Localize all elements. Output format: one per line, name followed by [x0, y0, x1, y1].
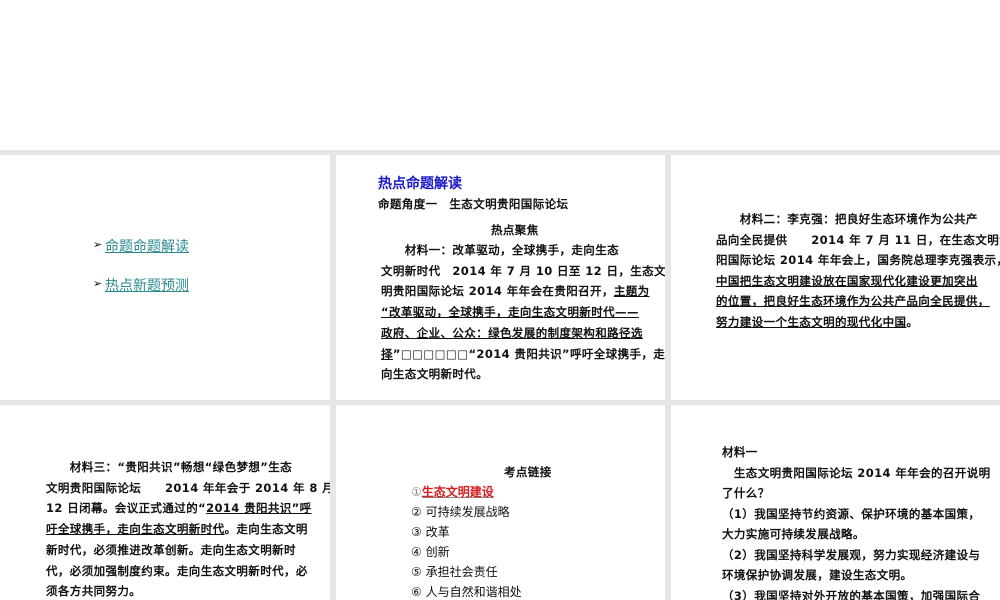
- text-line: 择”□□□□□□“2014 贵阳共识”呼吁全球携手，走: [381, 346, 665, 362]
- text-segment: 明贵阳国际论坛 2014 年年会在贵阳召开，: [381, 284, 614, 299]
- item-number: ①: [411, 485, 422, 499]
- list-item: ⑥ 人与自然和谐相处: [411, 585, 522, 599]
- text-line: 政府、企业、公众：绿色发展的制度架构和路径选: [381, 325, 643, 341]
- text-segment: ”□□□□□□“2014 贵阳共识”呼吁全球携手，走: [392, 346, 665, 361]
- text-line: 的位置，把良好生态环境作为公共产品向全民提供，: [716, 293, 990, 309]
- slide-2[interactable]: 热点命题解读 命题角度一 生态文明贵阳国际论坛 热点聚焦 材料一：改革驱动，全球…: [336, 155, 665, 400]
- text-segment: 材料一：改革驱动，全球携手，走向生态: [381, 243, 619, 257]
- text-line: 努力建设一个生态文明的现代化中国。: [716, 314, 918, 330]
- list-item: ② 可持续发展战略: [411, 505, 510, 519]
- text-segment: 材料三：“贵阳共识”畅想“绿色梦想”生态: [46, 460, 293, 474]
- text-segment: 。: [906, 314, 919, 329]
- text-line: 须各方共同努力。: [46, 583, 141, 599]
- list-item: ①生态文明建设: [411, 483, 494, 500]
- section-heading: 热点聚焦: [491, 223, 539, 237]
- link-new-question-forecast[interactable]: 热点新题预测: [105, 275, 189, 295]
- underlined-text: 努力建设一个生态文明的现代化中国: [716, 314, 907, 329]
- text-segment: 生态文明贵阳国际论坛 2014 年年会的召开说明: [722, 465, 991, 480]
- text-line: 代，必须加强制度约束。走向生态文明新时代，必: [46, 563, 308, 579]
- text-line: 吁全球携手，走向生态文明新时代。走向生态文明: [46, 521, 308, 537]
- text-segment: （3）我国坚持对外开放的基本国策，加强国际合: [722, 588, 981, 600]
- underlined-text: 的位置，把良好生态环境作为公共产品向全民提供，: [716, 294, 990, 308]
- link-proposition-interpretation[interactable]: 命题命题解读: [105, 236, 189, 256]
- list-item: ④ 创新: [411, 545, 450, 559]
- highlighted-term: 生态文明建设: [421, 485, 494, 499]
- underlined-text: 政府、企业、公众：绿色发展的制度架构和路径选: [381, 325, 643, 340]
- text-line: 文明新时代 2014 年 7 月 10 日至 12 日，生态文: [381, 263, 665, 279]
- text-segment: 12 日闭幕。会议正式通过的“: [46, 501, 207, 516]
- text-line: “改革驱动，全球携手，走向生态文明新时代——: [381, 304, 639, 320]
- text-line: 大力实施可持续发展战略。: [722, 526, 865, 542]
- text-line: 生态文明贵阳国际论坛 2014 年年会的召开说明: [722, 465, 991, 481]
- underlined-text: 吁全球携手，走向生态文明新时代: [46, 522, 225, 537]
- text-line: 新时代，必须推进改革创新。走向生态文明新时: [46, 542, 296, 558]
- slide-6[interactable]: 材料一 生态文明贵阳国际论坛 2014 年年会的召开说明 了什么？ （1）我国坚持节…: [671, 405, 1000, 600]
- text-segment: 环境保护协调发展，建设生态文明。: [722, 568, 913, 582]
- underlined-text: “改革驱动，全球携手，走向生态文明新时代——: [381, 305, 639, 320]
- text-segment: 新时代，必须推进改革创新。走向生态文明新时: [46, 542, 296, 557]
- text-segment: 品向全民提供 2014 年 7 月 11 日，在生态文明贵: [716, 232, 1000, 247]
- list-item: ③ 改革: [411, 525, 450, 539]
- text-line: 中国把生态文明建设放在国家现代化建设更加突出: [716, 273, 978, 289]
- text-segment: 材料二：李克强：把良好生态环境作为公共产: [716, 212, 978, 226]
- underlined-text: 择: [381, 346, 393, 361]
- text-line: （2）我国坚持科学发展观，努力实现经济建设与: [722, 547, 980, 563]
- slide-4[interactable]: 材料三：“贵阳共识”畅想“绿色梦想”生态文明贵阳国际论坛 2014 年年会于 2…: [0, 405, 330, 600]
- underlined-text: 主题为: [613, 284, 650, 299]
- text-segment: 文明贵阳国际论坛 2014 年年会于 2014 年 8 月: [46, 480, 330, 495]
- text-line: 阳国际论坛 2014 年年会上，国务院总理李克强表示，: [716, 252, 1000, 268]
- text-line: 材料三：“贵阳共识”畅想“绿色梦想”生态: [46, 459, 292, 475]
- underlined-text: 中国把生态文明建设放在国家现代化建设更加突出: [716, 273, 978, 288]
- bullet-arrow-icon: ➢: [93, 238, 103, 251]
- text-line: （3）我国坚持对外开放的基本国策，加强国际合: [722, 588, 980, 600]
- text-line: （1）我国坚持节约资源、保护环境的基本国策，: [722, 506, 980, 522]
- text-segment: 了什么？: [722, 486, 770, 500]
- text-line: 了什么？: [722, 485, 770, 501]
- text-line: 文明贵阳国际论坛 2014 年年会于 2014 年 8 月: [46, 480, 330, 496]
- text-segment: （1）我国坚持节约资源、保护环境的基本国策，: [722, 506, 981, 521]
- text-line: 环境保护协调发展，建设生态文明。: [722, 567, 912, 583]
- slide-3[interactable]: 材料二：李克强：把良好生态环境作为公共产品向全民提供 2014 年 7 月 11…: [671, 155, 1000, 400]
- text-segment: 阳国际论坛 2014 年年会上，国务院总理李克强表示，: [716, 253, 1000, 267]
- text-line: 品向全民提供 2014 年 7 月 11 日，在生态文明贵: [716, 232, 1000, 248]
- slide-subtitle: 命题角度一 生态文明贵阳国际论坛: [378, 197, 569, 211]
- text-line: 材料一：改革驱动，全球携手，走向生态: [381, 242, 619, 258]
- text-segment: 代，必须加强制度约束。走向生态文明新时代，必: [46, 563, 308, 578]
- text-segment: 材料一: [722, 445, 758, 459]
- slide-5[interactable]: 考点链接 ①生态文明建设 ② 可持续发展战略 ③ 改革 ④ 创新 ⑤ 承担社会责任 ⑥ …: [336, 405, 665, 600]
- text-segment: （2）我国坚持科学发展观，努力实现经济建设与: [722, 547, 981, 562]
- text-line: 向生态文明新时代。: [381, 366, 488, 382]
- bullet-arrow-icon: ➢: [93, 277, 103, 290]
- underlined-text: 2014 贵阳共识”呼: [206, 501, 312, 516]
- text-line: 材料一: [722, 444, 758, 460]
- slide-title: 热点命题解读: [378, 176, 462, 192]
- text-segment: 文明新时代 2014 年 7 月 10 日至 12 日，生态文: [381, 263, 665, 278]
- text-line: 12 日闭幕。会议正式通过的“2014 贵阳共识”呼: [46, 500, 312, 516]
- list-item: ⑤ 承担社会责任: [411, 565, 498, 579]
- text-segment: 大力实施可持续发展战略。: [722, 527, 865, 541]
- section-heading: 考点链接: [504, 465, 552, 479]
- text-segment: 向生态文明新时代。: [381, 367, 489, 382]
- text-segment: 。走向生态文明: [224, 522, 308, 537]
- text-line: 材料二：李克强：把良好生态环境作为公共产: [716, 211, 978, 227]
- text-segment: 须各方共同努力。: [46, 584, 142, 599]
- slide-1[interactable]: ➢ 命题命题解读 ➢ 热点新题预测: [0, 155, 330, 400]
- text-line: 明贵阳国际论坛 2014 年年会在贵阳召开，主题为: [381, 283, 650, 299]
